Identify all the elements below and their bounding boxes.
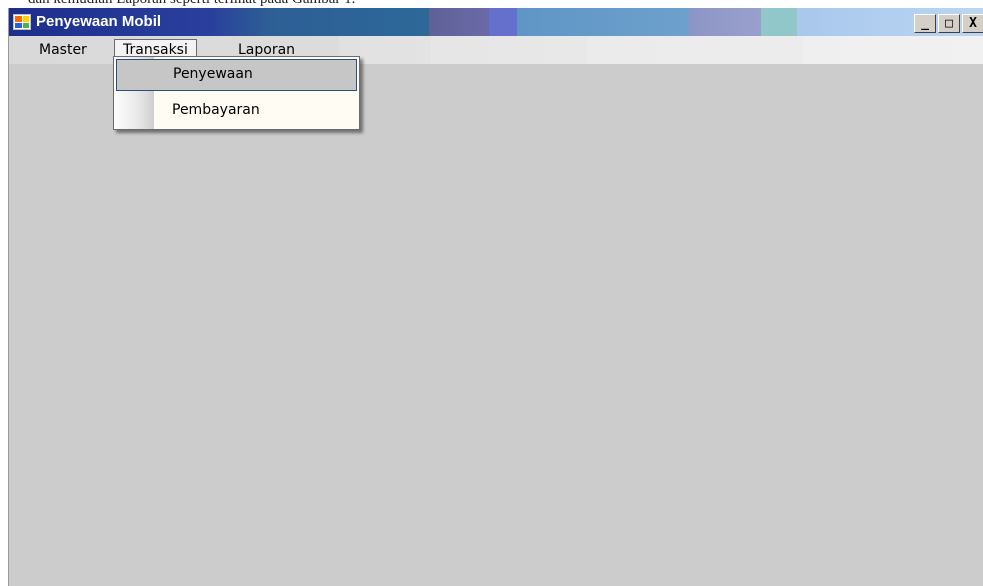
- app-window: Penyewaan Mobil _ □ X Master Transaksi L…: [8, 8, 983, 586]
- application-form-icon[interactable]: [13, 14, 31, 30]
- menu-master[interactable]: Master: [31, 39, 95, 61]
- menu-item-pembayaran[interactable]: Pembayaran: [116, 95, 357, 127]
- title-bar[interactable]: Penyewaan Mobil _ □ X: [9, 8, 983, 36]
- caption-text: dan kemudian Laporan seperti terlihat pa…: [28, 0, 355, 8]
- close-button[interactable]: X: [962, 14, 983, 33]
- minimize-button[interactable]: _: [914, 14, 936, 33]
- window-title: Penyewaan Mobil: [36, 13, 162, 30]
- window-controls: _ □ X: [914, 14, 983, 33]
- menu-item-penyewaan[interactable]: Penyewaan: [116, 59, 357, 91]
- maximize-button[interactable]: □: [938, 14, 960, 33]
- transaksi-dropdown-menu: Penyewaan Pembayaran: [113, 56, 360, 130]
- document-caption-fragment: dan kemudian Laporan seperti terlihat pa…: [0, 0, 983, 8]
- screenshot-page: dan kemudian Laporan seperti terlihat pa…: [0, 0, 983, 586]
